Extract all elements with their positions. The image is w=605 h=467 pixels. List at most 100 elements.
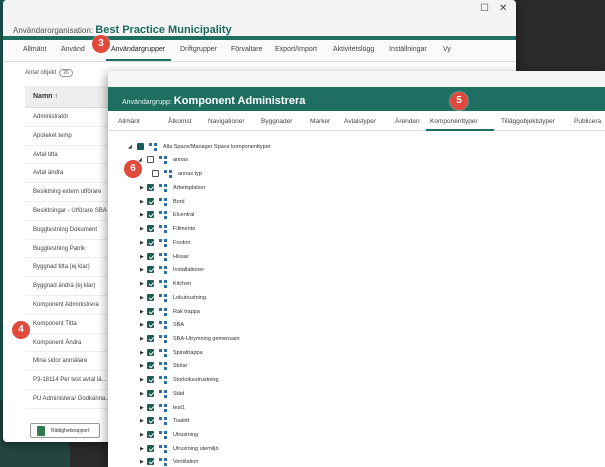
tree-checkbox[interactable] — [147, 334, 154, 342]
component-type-icon — [159, 321, 169, 330]
tab-export-import[interactable]: Export/Import — [275, 46, 317, 53]
tree-checkbox[interactable] — [147, 280, 154, 287]
tree-item[interactable]: ▶ Elcentral — [138, 210, 388, 223]
tree-item[interactable]: ▶ Toalett — [138, 416, 388, 429]
tree-checkbox[interactable] — [147, 238, 154, 246]
caret-right-icon[interactable]: ▶ — [140, 240, 144, 246]
tab-anvandargrupper[interactable]: Användargrupper — [111, 46, 165, 53]
tab-avtalstyper[interactable]: Avtalstyper — [344, 118, 376, 125]
caret-right-icon[interactable]: ▶ — [140, 281, 144, 287]
tree-item[interactable]: ▶ Utrustning — [138, 430, 388, 443]
close-icon[interactable]: ✕ — [499, 3, 507, 14]
inner-title-bar — [108, 71, 605, 87]
step-badge-6: 6 — [124, 160, 142, 178]
tab-forvaltare[interactable]: Förvaltare — [231, 46, 263, 53]
tab-atkomst[interactable]: Åtkomst — [168, 118, 191, 125]
tree-label: SBA — [173, 322, 185, 329]
maximize-icon[interactable]: ☐ — [480, 3, 489, 14]
caret-right-icon[interactable]: ▶ — [140, 336, 144, 342]
tree-item[interactable]: ▶ test1 — [138, 403, 388, 416]
tree-item[interactable]: ▶ Rak trappa — [138, 307, 388, 320]
tree-checkbox[interactable] — [147, 431, 154, 438]
caret-right-icon[interactable]: ▶ — [140, 350, 144, 356]
tab-aktivitetslogg[interactable]: Aktivitetslogg — [333, 46, 374, 53]
tree-item[interactable]: ▶ Bord — [138, 197, 388, 210]
tree-item[interactable]: ▶ Spiraltrappa — [138, 348, 388, 361]
tree-item[interactable]: ▶ Stolar — [138, 361, 388, 374]
tree-checkbox[interactable] — [147, 321, 154, 329]
tree-checkbox[interactable] — [147, 307, 154, 315]
tree-checkbox[interactable] — [147, 184, 154, 191]
tree-checkbox[interactable] — [147, 156, 154, 163]
tab-marker[interactable]: Marker — [310, 118, 330, 125]
tree-item[interactable]: ▶ Fillmento — [138, 224, 388, 237]
rights-report-button[interactable]: Rättighetsrapport — [30, 423, 100, 438]
tab-komponenttyper[interactable]: Komponenttyper — [430, 118, 478, 125]
tree-checkbox[interactable] — [137, 143, 144, 150]
caret-right-icon[interactable]: ▶ — [140, 185, 144, 191]
tree-item[interactable]: ▶ SBA-Utrymning gemensam — [138, 334, 388, 347]
tab-installningar[interactable]: Inställningar — [389, 46, 427, 53]
tab-byggnader[interactable]: Byggnader — [261, 118, 292, 125]
tab-navigationer[interactable]: Navigationer — [208, 118, 245, 125]
tree-checkbox[interactable] — [147, 403, 154, 411]
tree-item[interactable]: ▶ Fordon — [138, 238, 388, 251]
user-group-dialog: Användargrupp: Komponent Administrera Al… — [108, 71, 605, 467]
tree-checkbox[interactable] — [147, 197, 154, 205]
tree-item[interactable]: ▶ SBA — [138, 320, 388, 333]
tree-checkbox[interactable] — [147, 376, 154, 384]
tree-item[interactable]: ▶ Arbetsplatser — [138, 183, 388, 196]
tree-checkbox[interactable] — [152, 170, 159, 177]
caret-right-icon[interactable]: ▶ — [140, 322, 144, 328]
tab-anvandare[interactable]: Använd — [61, 46, 85, 53]
caret-right-icon[interactable]: ▶ — [140, 391, 144, 397]
tree-checkbox[interactable] — [147, 389, 154, 397]
tree-label: test1 — [173, 404, 185, 411]
tree-checkbox[interactable] — [147, 211, 154, 219]
tree-root[interactable]: ◢ Alla Space/Manager Space komponenttype… — [128, 142, 428, 155]
caret-right-icon[interactable]: ▶ — [140, 212, 144, 218]
tree-checkbox[interactable] — [147, 417, 154, 425]
tree-checkbox[interactable] — [147, 225, 154, 233]
caret-right-icon[interactable]: ▶ — [140, 418, 144, 424]
caret-right-icon[interactable]: ▶ — [140, 254, 144, 260]
tab-publicera[interactable]: Publicera — [574, 118, 601, 125]
tree-checkbox[interactable] — [147, 293, 154, 301]
tree-item[interactable]: ▶ Ventilation — [138, 457, 388, 467]
tree-item-annas-typ[interactable]: annas typ — [152, 169, 352, 182]
tree-checkbox[interactable] — [147, 252, 154, 260]
tab-tillaggobjektstyper[interactable]: Tilläggobjektstyper — [501, 118, 555, 125]
tree-checkbox[interactable] — [147, 444, 154, 452]
tree-label: annas typ — [178, 171, 202, 177]
component-type-icon — [159, 238, 169, 247]
caret-right-icon[interactable]: ▶ — [140, 226, 144, 232]
tree-item-annas[interactable]: ◢ annas — [138, 155, 338, 168]
tree-item[interactable]: ▶ Hissar — [138, 252, 388, 265]
caret-right-icon[interactable]: ▶ — [140, 199, 144, 205]
caret-right-icon[interactable]: ▶ — [140, 267, 144, 273]
caret-right-icon[interactable]: ▶ — [140, 459, 144, 465]
tree-item[interactable]: ▶ Storköksutrustning — [138, 375, 388, 388]
tree-item[interactable]: ▶ Lokutrustning — [138, 293, 388, 306]
caret-right-icon[interactable]: ▶ — [140, 377, 144, 383]
caret-right-icon[interactable]: ▶ — [140, 446, 144, 452]
tree-checkbox[interactable] — [147, 458, 154, 466]
tab-arenden[interactable]: Ärenden — [395, 118, 420, 125]
tab-allmant[interactable]: Allmänt — [23, 46, 46, 53]
caret-right-icon[interactable]: ▶ — [140, 295, 144, 301]
tab-driftgrupper[interactable]: Driftgrupper — [180, 46, 217, 53]
caret-right-icon[interactable]: ▶ — [140, 363, 144, 369]
tree-item[interactable]: ▶ Utrustning utemiljö — [138, 444, 388, 457]
tree-item[interactable]: ▶ Installationer — [138, 265, 388, 278]
tree-checkbox[interactable] — [147, 266, 154, 274]
caret-right-icon[interactable]: ▶ — [140, 309, 144, 315]
caret-right-icon[interactable]: ▶ — [140, 405, 144, 411]
tree-item[interactable]: ▶ Städ — [138, 389, 388, 402]
tab-vy[interactable]: Vy — [443, 46, 451, 53]
caret-down-icon[interactable]: ◢ — [128, 144, 132, 150]
tree-item[interactable]: ▶ Kitchen — [138, 279, 388, 292]
tree-checkbox[interactable] — [147, 362, 154, 370]
tab-allmant[interactable]: Allmänt — [118, 118, 140, 125]
tree-checkbox[interactable] — [147, 348, 154, 356]
caret-right-icon[interactable]: ▶ — [140, 432, 144, 438]
